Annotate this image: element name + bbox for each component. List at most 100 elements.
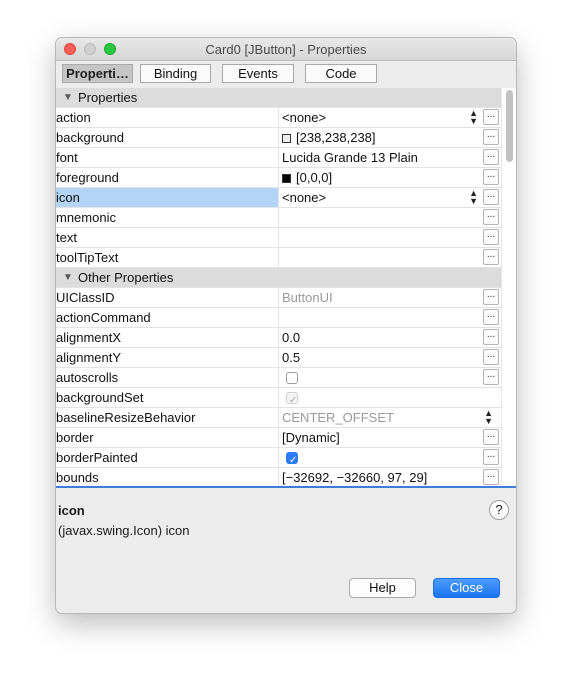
edit-button[interactable]: ...	[483, 289, 499, 305]
property-row-icon[interactable]: icon <none> ▲ ▼ ...	[56, 188, 501, 208]
section-label: Properties	[78, 90, 138, 105]
property-value-combo[interactable]: <none> ▲ ▼	[279, 108, 482, 127]
property-value[interactable]: [Dynamic]	[279, 428, 482, 447]
combo-value: CENTER_OFFSET	[282, 410, 394, 425]
vertical-scrollbar[interactable]	[501, 88, 516, 487]
property-row-alignmentx[interactable]: alignmentX 0.0 ...	[56, 328, 501, 348]
property-row-borderpainted[interactable]: borderPainted ✓ ...	[56, 448, 501, 468]
property-name: actionCommand	[56, 308, 279, 327]
property-row-autoscrolls[interactable]: autoscrolls ...	[56, 368, 501, 388]
property-value[interactable]: Lucida Grande 13 Plain	[279, 148, 482, 167]
property-name: toolTipText	[56, 248, 279, 267]
property-row-alignmenty[interactable]: alignmentY 0.5 ...	[56, 348, 501, 368]
property-value	[279, 368, 482, 387]
property-name: icon	[56, 188, 279, 207]
property-row-actioncommand[interactable]: actionCommand ...	[56, 308, 501, 328]
description-panel: icon (javax.swing.Icon) icon ?	[56, 488, 516, 568]
property-value[interactable]	[279, 248, 482, 267]
property-name: alignmentY	[56, 348, 279, 367]
combo-value: <none>	[282, 190, 327, 205]
property-value[interactable]: [−32692, −32660, 97, 29]	[279, 468, 482, 487]
property-value[interactable]: [238,238,238]	[279, 128, 482, 147]
edit-button[interactable]: ...	[483, 189, 499, 205]
checkmark-icon: ✓	[289, 395, 298, 406]
up-down-arrow-icon: ▲ ▼	[484, 408, 493, 426]
tab-binding[interactable]: Binding	[140, 64, 211, 83]
tab-events[interactable]: Events	[222, 64, 294, 83]
section-header-other-properties[interactable]: ▼ Other Properties	[56, 268, 501, 288]
scrollbar-thumb[interactable]	[506, 90, 513, 162]
property-value[interactable]: 0.0	[279, 328, 482, 347]
edit-button[interactable]: ...	[483, 229, 499, 245]
color-swatch-icon	[282, 134, 291, 143]
property-value: ✓	[279, 448, 482, 467]
help-button[interactable]: Help	[349, 578, 416, 598]
property-name: backgroundSet	[56, 388, 279, 407]
autoscrolls-checkbox[interactable]	[286, 372, 298, 384]
close-button[interactable]: Close	[433, 578, 500, 598]
property-value[interactable]: 0.5	[279, 348, 482, 367]
property-sheet: ▼ Properties action <none> ▲ ▼ ... backgr…	[56, 88, 501, 487]
up-down-arrow-icon[interactable]: ▲ ▼	[469, 109, 478, 126]
edit-button[interactable]: ...	[483, 249, 499, 265]
edit-button[interactable]: ...	[483, 449, 499, 465]
collapse-triangle-icon[interactable]: ▼	[63, 92, 73, 103]
property-row-background[interactable]: background [238,238,238] ...	[56, 128, 501, 148]
section-label: Other Properties	[78, 270, 174, 285]
edit-button[interactable]: ...	[483, 109, 499, 125]
edit-button[interactable]: ...	[483, 429, 499, 445]
edit-button[interactable]: ...	[483, 129, 499, 145]
property-name: text	[56, 228, 279, 247]
property-row-action[interactable]: action <none> ▲ ▼ ...	[56, 108, 501, 128]
property-row-text[interactable]: text ...	[56, 228, 501, 248]
help-question-icon[interactable]: ?	[489, 500, 509, 520]
edit-button[interactable]: ...	[483, 349, 499, 365]
property-value[interactable]	[279, 208, 482, 227]
property-value[interactable]	[279, 308, 482, 327]
description-title: icon	[58, 503, 85, 518]
property-name: action	[56, 108, 279, 127]
property-value: ✓	[279, 388, 501, 407]
property-value: ButtonUI	[282, 290, 333, 305]
property-name: foreground	[56, 168, 279, 187]
color-value: [0,0,0]	[296, 170, 333, 185]
edit-button[interactable]: ...	[483, 149, 499, 165]
collapse-triangle-icon[interactable]: ▼	[63, 272, 73, 283]
properties-window: Card0 [JButton] - Properties Properti… B…	[56, 38, 516, 613]
borderpainted-checkbox[interactable]: ✓	[286, 452, 298, 466]
property-row-uiclassid[interactable]: UIClassID ButtonUI ...	[56, 288, 501, 308]
property-row-mnemonic[interactable]: mnemonic ...	[56, 208, 501, 228]
backgroundset-checkbox: ✓	[286, 392, 298, 406]
title-bar[interactable]: Card0 [JButton] - Properties	[56, 38, 516, 61]
property-name: bounds	[56, 468, 279, 487]
property-row-backgroundset[interactable]: backgroundSet ✓	[56, 388, 501, 408]
property-name: alignmentX	[56, 328, 279, 347]
tab-code[interactable]: Code	[305, 64, 377, 83]
edit-button[interactable]: ...	[483, 309, 499, 325]
checkmark-icon: ✓	[289, 455, 298, 466]
property-row-tooltiptext[interactable]: toolTipText ...	[56, 248, 501, 268]
property-row-border[interactable]: border [Dynamic] ...	[56, 428, 501, 448]
edit-button[interactable]: ...	[483, 369, 499, 385]
property-value[interactable]: [0,0,0]	[279, 168, 482, 187]
tab-properties[interactable]: Properti…	[62, 64, 133, 83]
property-name: borderPainted	[56, 448, 279, 467]
color-value: [238,238,238]	[296, 130, 376, 145]
property-value[interactable]	[279, 228, 482, 247]
property-name: mnemonic	[56, 208, 279, 227]
edit-button[interactable]: ...	[483, 329, 499, 345]
up-down-arrow-icon[interactable]: ▲ ▼	[469, 189, 478, 206]
edit-button[interactable]: ...	[483, 169, 499, 185]
property-row-baselineresizebehavior[interactable]: baselineResizeBehavior CENTER_OFFSET ▲ ▼	[56, 408, 501, 428]
property-value-combo[interactable]: <none> ▲ ▼	[279, 188, 482, 207]
property-name: background	[56, 128, 279, 147]
property-row-font[interactable]: font Lucida Grande 13 Plain ...	[56, 148, 501, 168]
section-header-properties[interactable]: ▼ Properties	[56, 88, 501, 108]
edit-button[interactable]: ...	[483, 469, 499, 485]
window-title: Card0 [JButton] - Properties	[205, 42, 367, 57]
edit-button[interactable]: ...	[483, 209, 499, 225]
property-row-bounds[interactable]: bounds [−32692, −32660, 97, 29] ...	[56, 468, 501, 487]
property-row-foreground[interactable]: foreground [0,0,0] ...	[56, 168, 501, 188]
description-text: (javax.swing.Icon) icon	[58, 523, 190, 538]
property-name: font	[56, 148, 279, 167]
